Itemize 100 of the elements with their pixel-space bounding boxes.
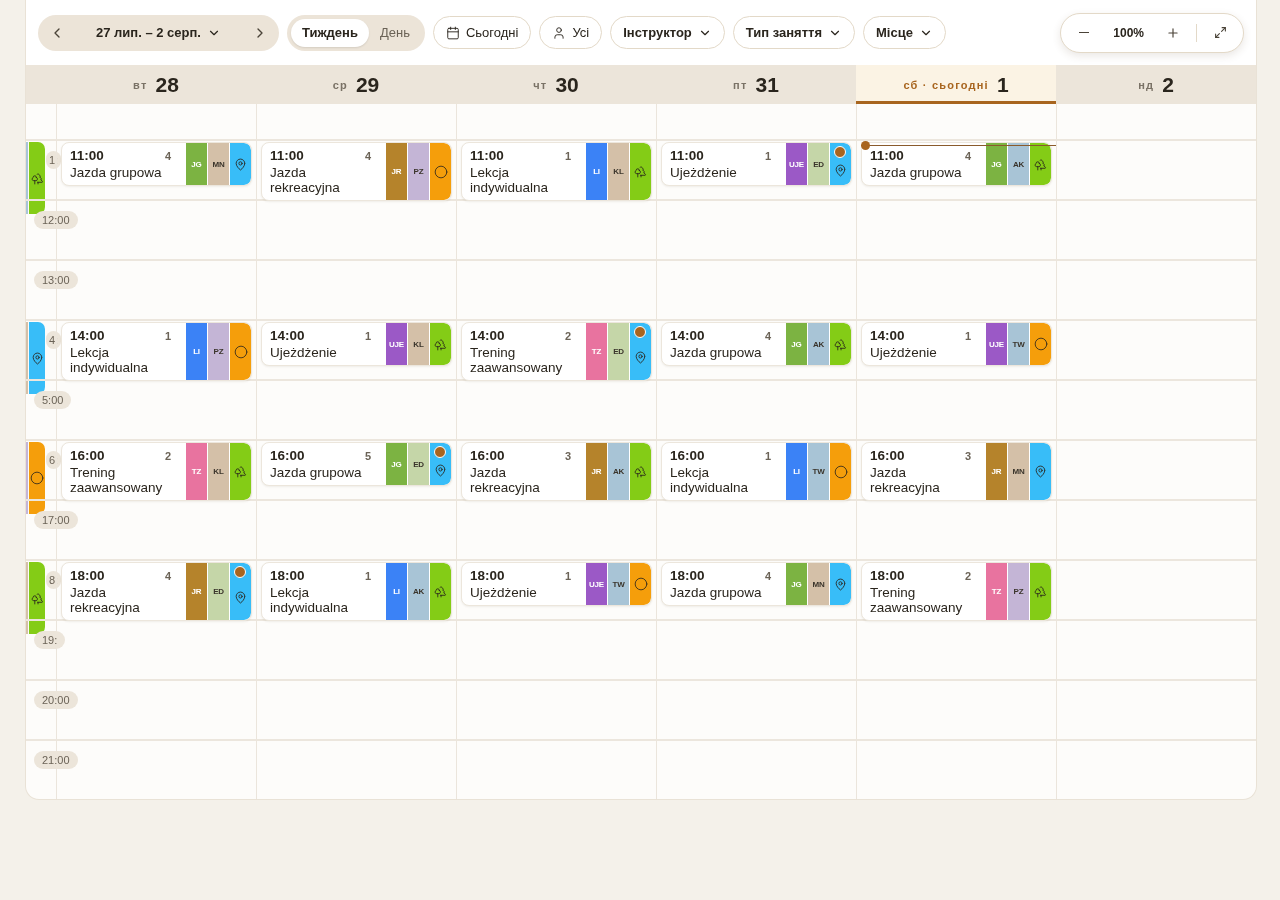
time-slot[interactable] [456,499,656,559]
time-slot[interactable] [456,199,656,259]
filter-dropdown[interactable]: Інструктор [610,16,725,49]
time-slot[interactable]: 18:00 1 Ujeżdżenie UJE TW [456,559,656,619]
trees-icon [234,465,247,478]
time-slot[interactable] [1056,259,1256,319]
circle-icon [433,164,448,179]
map-pin-icon [234,157,247,171]
time-slot[interactable]: 16:00 5 Jazda grupowa JG ED [256,439,456,499]
time-slot[interactable] [1056,559,1256,619]
time-slot[interactable]: 14:00 4 Jazda grupowa JG AK [656,319,856,379]
participant-count: 1 [564,570,571,582]
time-slot[interactable] [656,739,856,799]
type-tag: JG [386,443,407,485]
day-number: 2 [1162,72,1174,97]
participant-count: 4 [764,570,771,582]
time-slot[interactable] [1056,619,1256,679]
time-slot[interactable] [856,679,1056,739]
time-slot[interactable] [256,739,456,799]
time-slot[interactable] [656,499,856,559]
trees-icon [634,465,647,478]
time-slot[interactable] [856,739,1056,799]
event-card[interactable]: 14:00 1 Ujeżdżenie UJE KL [261,322,452,366]
weekday-label: сб · сьогодні [903,78,989,91]
time-slot[interactable]: 11:00 4 Jazda grupowa JG MN [56,139,256,199]
trees-icon [30,171,44,185]
event-title: Jazda grupowa [870,165,963,180]
filter-dropdown[interactable]: Тип заняття [732,16,855,49]
event-card[interactable]: 18:00 4 Jazda grupowa JG MN [661,562,852,606]
time-slot[interactable] [456,739,656,799]
circle-icon [633,577,648,591]
view-tab[interactable]: День [368,18,421,47]
time-slot[interactable] [1056,499,1256,559]
weekday-label: вт [133,78,148,91]
event-title: Jazda grupowa [670,345,763,360]
date-range-button[interactable]: 27 лип. – 2 серп. [74,25,243,40]
time-label: 13:00 [34,271,78,289]
time-slot[interactable]: 14:00 1 Ujeżdżenie UJE TW [856,319,1056,379]
time-slot[interactable]: 11:00 4 Jazda grupowa JG AK [856,139,1056,199]
trees-icon [834,337,847,351]
time-slot[interactable] [256,199,456,259]
time-slot[interactable] [1056,439,1256,499]
time-slot[interactable] [56,619,256,679]
time-slot[interactable] [856,619,1056,679]
time-slot[interactable] [456,259,656,319]
event-card[interactable]: 18:00 1 Ujeżdżenie UJE TW [461,562,652,606]
event-title: Trening zaawansowany [70,465,164,495]
time-slot[interactable] [1056,679,1256,739]
event-time: 16:00 [870,448,905,463]
people-filter-button[interactable]: Усі [539,16,603,49]
time-slot[interactable] [256,679,456,739]
event-card[interactable]: 11:00 1 Ujeżdżenie UJE ED [661,142,852,186]
time-slot[interactable] [856,259,1056,319]
time-slot[interactable] [1056,319,1256,379]
time-slot[interactable] [656,259,856,319]
time-label: 5:00 [34,391,72,409]
participant-count: 4 [364,150,371,162]
time-slot[interactable]: 18:00 4 Jazda grupowa JG MN [656,559,856,619]
filter-dropdown[interactable]: Місце [863,16,946,49]
event-title: Ujeżdżenie [670,165,738,180]
circle-icon [30,471,45,485]
today-button[interactable]: Сьогодні [432,16,532,49]
time-slot[interactable] [656,679,856,739]
time-slot[interactable] [856,379,1056,439]
time-slot[interactable] [656,199,856,259]
event-card[interactable]: 11:00 4 Jazda grupowa JG AK [861,142,1052,186]
time-slot[interactable] [656,379,856,439]
time-slot[interactable] [1056,199,1256,259]
event-card[interactable]: 14:00 1 Ujeżdżenie UJE TW [861,322,1052,366]
time-slot[interactable] [256,379,456,439]
time-slot[interactable] [456,619,656,679]
type-tag: JR [386,143,407,200]
time-slot[interactable] [856,499,1056,559]
event-title: Jazda rekreacyjna [870,465,941,495]
instructor-tag: PZ [208,323,229,380]
event-card[interactable]: 11:00 4 Jazda grupowa JG MN [61,142,252,186]
time-label: 20:00 [34,691,78,709]
time-slot[interactable] [1056,739,1256,799]
event-title: Jazda rekreacyjna [270,165,341,195]
time-slot[interactable] [256,619,456,679]
event-card[interactable]: 14:00 4 Jazda grupowa JG AK [661,322,852,366]
time-slot[interactable] [656,619,856,679]
time-slot[interactable] [1056,379,1256,439]
day-number: 31 [755,72,779,97]
trees-icon [634,165,647,178]
instructor-tag: ED [208,563,229,620]
map-pin-icon [434,463,447,477]
view-tab[interactable]: Тиждень [290,18,369,47]
time-slot[interactable] [256,499,456,559]
time-slot[interactable]: 14:00 1 Ujeżdżenie UJE KL [256,319,456,379]
time-slot[interactable] [1056,139,1256,199]
time-slot[interactable] [456,379,656,439]
time-slot[interactable]: 11:00 1 Ujeżdżenie UJE ED [656,139,856,199]
type-tag: JR [186,563,207,620]
time-slot[interactable] [856,199,1056,259]
time-slot[interactable] [256,259,456,319]
event-card[interactable]: 16:00 5 Jazda grupowa JG ED [261,442,452,486]
time-slot[interactable] [456,679,656,739]
time-label: 19: [34,631,66,649]
map-pin-icon [634,351,647,364]
